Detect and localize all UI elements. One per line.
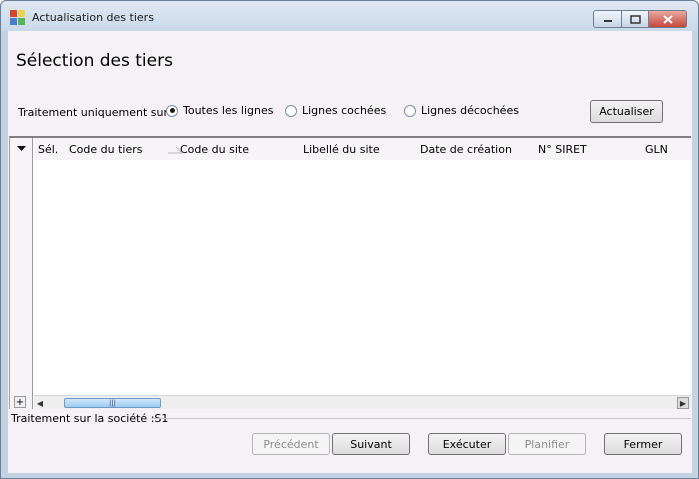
execute-button[interactable]: Exécuter	[428, 433, 506, 455]
radio-label: Toutes les lignes	[183, 104, 274, 117]
radio-checked-lines[interactable]: Lignes cochées	[285, 104, 386, 117]
row-header-column: +	[10, 138, 33, 409]
scroll-grip: |||	[108, 399, 117, 407]
radio-circle[interactable]	[404, 104, 416, 117]
column-header-site-label[interactable]: Libellé du site	[303, 143, 380, 156]
close-button[interactable]: Fermer	[604, 433, 682, 455]
app-window: Actualisation des tiers Sélection des ti…	[0, 0, 699, 479]
company-status-text: Traitement sur la société :S1	[11, 412, 169, 425]
scroll-right-icon[interactable]: ▶	[677, 397, 689, 409]
column-header-tiers-code[interactable]: Code du tiers	[69, 143, 143, 156]
column-header-creation-date[interactable]: Date de création	[420, 143, 512, 156]
scroll-thumb[interactable]: |||	[64, 398, 161, 408]
horizontal-scrollbar[interactable]: ◀ ||| ▶	[34, 395, 691, 409]
radio-selected-dot	[169, 108, 175, 113]
radio-label: Lignes décochées	[421, 104, 519, 117]
add-row-label: +	[15, 396, 25, 408]
close-icon	[662, 14, 673, 24]
radio-circle[interactable]	[285, 104, 297, 117]
minimize-icon	[603, 20, 612, 22]
window-title: Actualisation des tiers	[32, 11, 154, 24]
app-icon	[10, 10, 26, 26]
radio-all-lines[interactable]: Toutes les lignes	[166, 104, 273, 117]
client-area: Sélection des tiers Traitement uniquemen…	[8, 31, 692, 473]
refresh-button[interactable]: Actualiser	[590, 100, 663, 123]
column-header-siret[interactable]: N° SIRET	[538, 143, 587, 156]
next-button[interactable]: Suivant	[332, 433, 410, 455]
page-title: Sélection des tiers	[16, 51, 173, 71]
tiers-grid[interactable]: + Sél. Code du tiers Code du site Libell…	[9, 136, 691, 409]
column-chooser-icon[interactable]	[17, 146, 26, 152]
grid-header: Sél. Code du tiers Code du site Libellé …	[34, 138, 691, 160]
filter-label: Traitement uniquement sur :	[18, 106, 176, 119]
minimize-button[interactable]	[593, 10, 622, 28]
title-bar[interactable]: Actualisation des tiers	[1, 1, 698, 31]
column-header-gln[interactable]: GLN	[645, 143, 668, 156]
close-window-button[interactable]	[649, 10, 687, 28]
schedule-button[interactable]: Planifier	[508, 433, 586, 455]
scroll-left-icon[interactable]: ◀	[34, 397, 46, 409]
previous-button[interactable]: Précédent	[252, 433, 330, 455]
footer-divider	[151, 418, 691, 419]
maximize-button[interactable]	[622, 10, 649, 28]
maximize-icon	[629, 14, 641, 24]
radio-unchecked-lines[interactable]: Lignes décochées	[404, 104, 519, 117]
column-header-selection[interactable]: Sél.	[38, 143, 58, 156]
radio-label: Lignes cochées	[302, 104, 387, 117]
radio-circle[interactable]	[166, 104, 178, 117]
add-row-button[interactable]: +	[14, 396, 26, 408]
column-header-site-code[interactable]: Code du site	[180, 143, 249, 156]
